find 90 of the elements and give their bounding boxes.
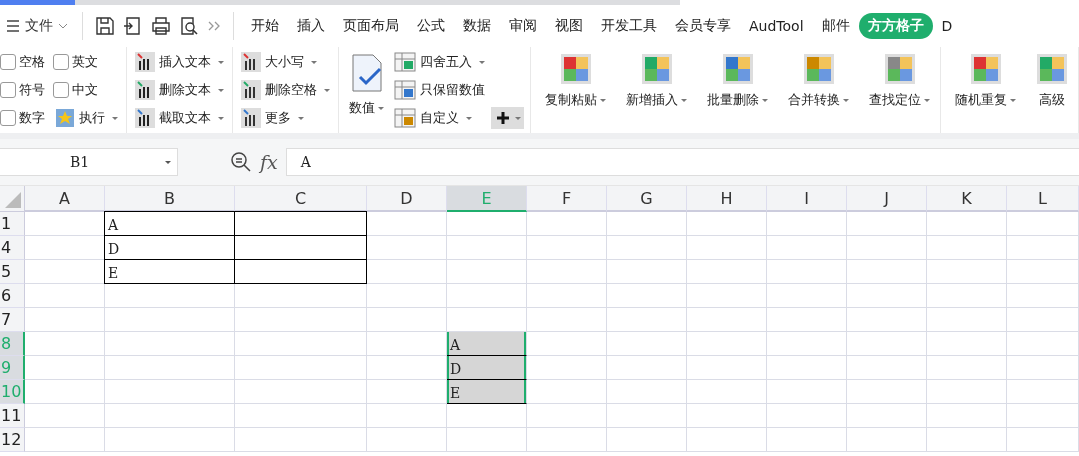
menu-tab[interactable]: 开发工具 [592, 13, 666, 39]
ribbon-button[interactable]: 截取文本 [133, 107, 226, 129]
column-header[interactable]: I [767, 186, 847, 212]
checkbox-option[interactable]: 中文 [53, 79, 120, 101]
column-header[interactable]: G [607, 186, 687, 212]
menu-tab[interactable]: 开始 [242, 13, 288, 39]
table-cell: D [447, 356, 527, 380]
grid-icon [802, 53, 835, 85]
table-cell: E [447, 380, 527, 404]
menu-tab[interactable]: D [932, 14, 962, 38]
zoom-out-icon[interactable] [230, 151, 252, 173]
name-box[interactable]: B1 [0, 148, 178, 176]
menu-tab[interactable]: AudTool [740, 14, 813, 38]
column-header[interactable]: F [527, 186, 607, 212]
chevron-icon [58, 23, 68, 29]
menu-tab[interactable]: 插入 [288, 13, 334, 39]
table-icon [394, 52, 416, 72]
ribbon-button[interactable]: 新增插入 [622, 51, 691, 111]
column-header[interactable]: C [235, 186, 367, 212]
star-picture-icon [55, 108, 75, 128]
row-header[interactable]: 12 [0, 428, 25, 452]
export-icon[interactable] [123, 16, 143, 36]
checkbox-option[interactable]: 数字 [0, 107, 45, 129]
row-header[interactable]: 1 [0, 212, 25, 236]
grid-icon [969, 53, 1002, 85]
row-header[interactable]: 6 [0, 284, 25, 308]
plus-icon [494, 109, 512, 127]
bars-icon [135, 80, 155, 100]
row-header[interactable]: 4 [0, 236, 25, 260]
ribbon-button[interactable]: 四舍五入 [392, 51, 487, 73]
numeric-button[interactable]: 数值 [345, 51, 388, 119]
column-header[interactable]: B [105, 186, 235, 212]
row-header[interactable]: 7 [0, 308, 25, 332]
column-header[interactable]: J [847, 186, 927, 212]
table-cell: E [104, 259, 235, 284]
menu-tab[interactable]: 会员专享 [666, 13, 740, 39]
menu-icon [6, 20, 20, 32]
table-icon [394, 108, 416, 128]
more-chevron-icon[interactable] [207, 20, 221, 32]
ribbon-button[interactable]: 复制粘贴 [541, 51, 610, 111]
menu-tab[interactable]: 页面布局 [334, 13, 408, 39]
print-preview-icon[interactable] [179, 16, 199, 36]
ribbon-button[interactable]: 大小写 [239, 51, 332, 73]
print-icon[interactable] [151, 16, 171, 36]
table-icon [394, 80, 416, 100]
ribbon-button[interactable]: 合并转换 [784, 51, 853, 111]
document-check-icon [349, 53, 384, 93]
bars-icon [241, 80, 261, 100]
ribbon-button[interactable]: 查找定位 [865, 51, 934, 111]
add-button[interactable] [491, 107, 524, 129]
function-label[interactable]: fx [260, 151, 278, 173]
menu-tab[interactable]: 公式 [408, 13, 454, 39]
grid-icon [721, 53, 754, 85]
column-header[interactable]: A [25, 186, 105, 212]
grid-icon [1036, 53, 1068, 85]
ribbon-button[interactable]: 更多 [239, 107, 332, 129]
formula-input-field[interactable]: A [285, 148, 1079, 176]
ribbon-button[interactable]: 批量删除 [703, 51, 772, 111]
column-header[interactable]: D [367, 186, 447, 212]
checkbox-option[interactable]: 英文 [53, 51, 120, 73]
ribbon-button[interactable]: 自定义 [392, 107, 487, 129]
checkbox-option[interactable]: 空格 [0, 51, 45, 73]
grid-icon [640, 53, 673, 85]
bars-icon [241, 52, 261, 72]
ribbon-button[interactable]: 高级 [1032, 51, 1072, 111]
bars-icon [241, 108, 261, 128]
bars-icon [135, 108, 155, 128]
column-header[interactable]: H [687, 186, 767, 212]
menu-tab[interactable]: 审阅 [500, 13, 546, 39]
menu-tab[interactable]: 邮件 [812, 13, 859, 39]
column-header[interactable]: K [927, 186, 1007, 212]
table-cell: A [447, 332, 527, 356]
file-menu-button[interactable]: 文件 [0, 17, 74, 35]
ribbon-button[interactable]: 只保留数值 [392, 79, 487, 101]
checkbox-option[interactable]: 符号 [0, 79, 45, 101]
grid-icon [883, 53, 916, 85]
ribbon-button[interactable]: 删除文本 [133, 79, 226, 101]
menu-tab[interactable]: 数据 [454, 13, 500, 39]
row-header[interactable]: 5 [0, 260, 25, 284]
ribbon-button[interactable]: 插入文本 [133, 51, 226, 73]
bars-icon [135, 52, 155, 72]
grid-icon [559, 53, 592, 85]
save-icon[interactable] [95, 16, 115, 36]
menu-tab[interactable]: 视图 [546, 13, 592, 39]
column-header[interactable]: L [1007, 186, 1079, 212]
ribbon-button[interactable]: 删除空格 [239, 79, 332, 101]
row-header[interactable]: 11 [0, 404, 25, 428]
ribbon-button[interactable]: 随机重复 [951, 51, 1020, 111]
execute-button[interactable]: 执行 [53, 107, 120, 129]
table-cell: A [104, 211, 235, 236]
